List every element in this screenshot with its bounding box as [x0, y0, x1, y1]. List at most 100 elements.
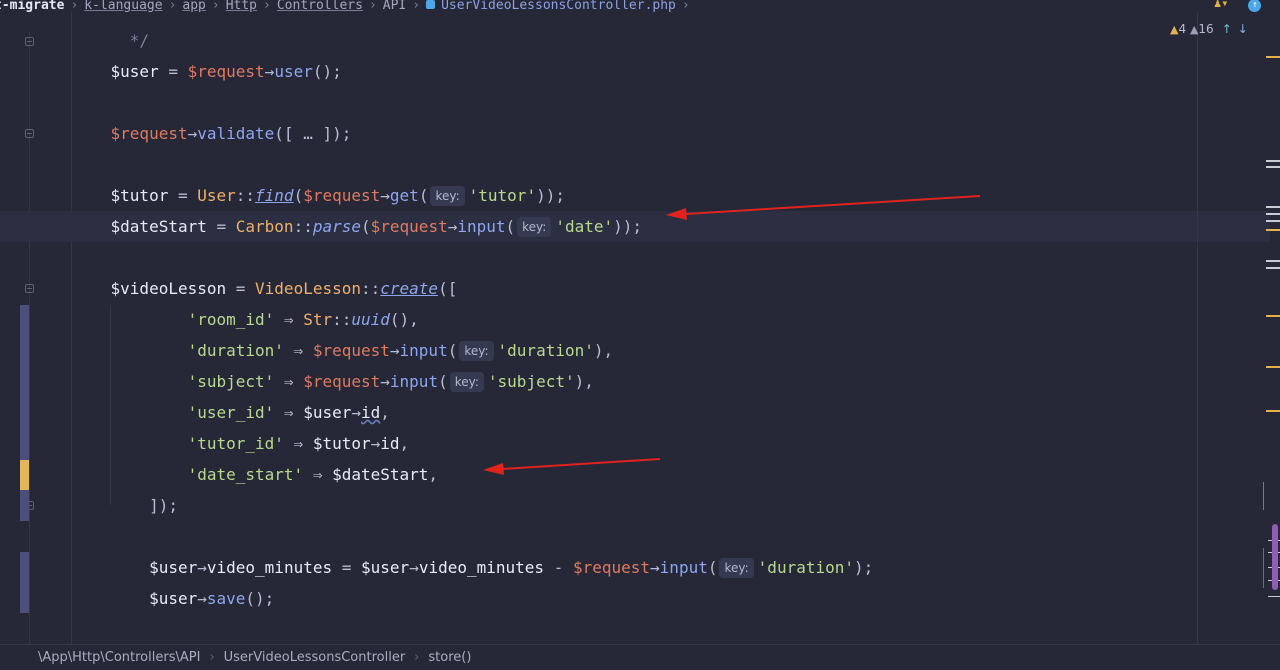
token: 'subject'	[187, 372, 275, 391]
token: 'duration'	[757, 558, 854, 577]
token: uuid	[351, 310, 390, 329]
scroll-marker[interactable]	[1268, 596, 1280, 597]
scroll-marker[interactable]	[1266, 220, 1280, 222]
token: Str	[303, 310, 333, 329]
vcs-scroll-marker	[1263, 548, 1264, 588]
code-editor[interactable]: */ $user = $request→user(); $request→val…	[0, 12, 1270, 644]
vcs-change-marker[interactable]	[20, 305, 29, 460]
token: =	[158, 62, 188, 81]
users-icon[interactable]: ♟▾	[1214, 0, 1228, 10]
scroll-marker[interactable]	[1266, 229, 1280, 231]
token: $user	[361, 558, 410, 577]
scroll-marker[interactable]	[1266, 315, 1280, 317]
token: VideoLesson	[255, 279, 361, 298]
breadcrumb-api[interactable]: API	[383, 0, 406, 12]
scroll-marker[interactable]	[1266, 366, 1280, 368]
token: ),	[574, 372, 594, 391]
token: =	[226, 279, 256, 298]
warning-count: 4	[1178, 22, 1187, 36]
token: ();	[245, 589, 275, 608]
scroll-marker[interactable]	[1266, 160, 1280, 162]
token: get	[389, 186, 419, 205]
scroll-marker[interactable]	[1266, 206, 1280, 208]
token: 'tutor_id'	[187, 434, 284, 453]
scroll-marker[interactable]	[1266, 260, 1280, 262]
token: (	[293, 186, 304, 205]
breadcrumb-method[interactable]: store()	[428, 650, 471, 665]
breadcrumb-project[interactable]: t-migrate	[0, 0, 64, 12]
token: 'subject'	[487, 372, 575, 391]
scrollbar-thumb[interactable]	[1272, 524, 1278, 590]
vcs-change-marker[interactable]	[20, 490, 29, 521]
token: $videoLesson	[110, 279, 227, 298]
update-icon[interactable]: ↑	[1248, 0, 1262, 12]
parameter-hint: key:	[459, 341, 494, 361]
token: parse	[312, 217, 361, 236]
token: validate	[197, 124, 275, 143]
token: =	[168, 186, 198, 205]
code-line: 'duration' ⇒ $request→input(key:'duratio…	[72, 335, 1198, 366]
breadcrumb-module[interactable]: k-language	[84, 0, 162, 12]
token: →	[370, 434, 381, 453]
editor-gutter[interactable]	[0, 12, 72, 644]
scroll-marker[interactable]	[1266, 213, 1280, 215]
token: →	[264, 62, 275, 81]
token: ::	[293, 217, 313, 236]
scroll-marker[interactable]	[1266, 56, 1280, 58]
token: $tutor	[110, 186, 169, 205]
inspection-widget[interactable]: ▲4 ▲16 ↑ ↓	[1170, 22, 1248, 40]
folded-code[interactable]: ([ … ]);	[274, 124, 351, 143]
token: find	[255, 186, 294, 205]
token: ⇒	[283, 434, 313, 453]
scroll-marker[interactable]	[1266, 166, 1280, 168]
breadcrumb-class[interactable]: UserVideoLessonsController	[224, 650, 406, 665]
token: ⇒	[274, 372, 304, 391]
token: (),	[389, 310, 419, 329]
vcs-change-marker[interactable]	[20, 552, 29, 613]
fold-icon[interactable]	[25, 37, 34, 46]
chevron-right-icon: ›	[168, 0, 177, 12]
code-line: 'room_id' ⇒ Str::uuid(),	[72, 304, 1198, 335]
chevron-right-icon: ›	[209, 650, 215, 665]
token: 'tutor'	[468, 186, 537, 205]
token: input	[389, 372, 439, 391]
next-highlight-icon[interactable]: ↓	[1238, 22, 1248, 36]
token: 'user_id'	[187, 403, 275, 422]
token: $dateStart	[110, 217, 207, 236]
token: ]);	[149, 496, 178, 515]
token: $user	[149, 589, 198, 608]
token: $user	[303, 403, 352, 422]
token: (	[438, 372, 448, 391]
token: User	[197, 186, 236, 205]
vcs-modified-marker[interactable]	[20, 460, 29, 490]
fold-icon[interactable]	[25, 129, 34, 138]
code-line: 'tutor_id' ⇒ $tutor→id,	[72, 428, 1198, 459]
prev-highlight-icon[interactable]: ↑	[1222, 22, 1232, 36]
breadcrumb-file[interactable]: UserVideoLessonsController.php	[426, 0, 676, 12]
breadcrumb-http[interactable]: Http	[226, 0, 257, 12]
token: ::	[332, 310, 352, 329]
token: video_minutes	[206, 558, 333, 577]
token: (	[447, 341, 458, 360]
token: $request	[370, 217, 448, 236]
code-line: $request→validate([ … ]);	[72, 118, 1198, 149]
scroll-marker[interactable]	[1266, 267, 1280, 269]
breadcrumb-namespace[interactable]: \App\Http\Controllers\API	[38, 650, 200, 665]
breadcrumb-controllers[interactable]: Controllers	[277, 0, 363, 12]
token: →	[351, 403, 362, 422]
token: (	[505, 217, 516, 236]
parameter-hint: key:	[430, 186, 465, 206]
token: $tutor	[312, 434, 371, 453]
top-right-toolbar: ♟▾ ↑	[1214, 0, 1262, 12]
token: (	[361, 217, 371, 236]
parameter-hint: key:	[719, 558, 754, 578]
fold-icon[interactable]	[25, 284, 34, 293]
token: ));	[613, 217, 643, 236]
code-line: $videoLesson = VideoLesson::create([	[72, 273, 1198, 304]
token: $request	[303, 372, 381, 391]
token: (	[418, 186, 429, 205]
token: ::	[235, 186, 256, 205]
token: create	[380, 279, 439, 298]
scroll-marker[interactable]	[1266, 410, 1280, 412]
breadcrumb-app[interactable]: app	[182, 0, 205, 12]
